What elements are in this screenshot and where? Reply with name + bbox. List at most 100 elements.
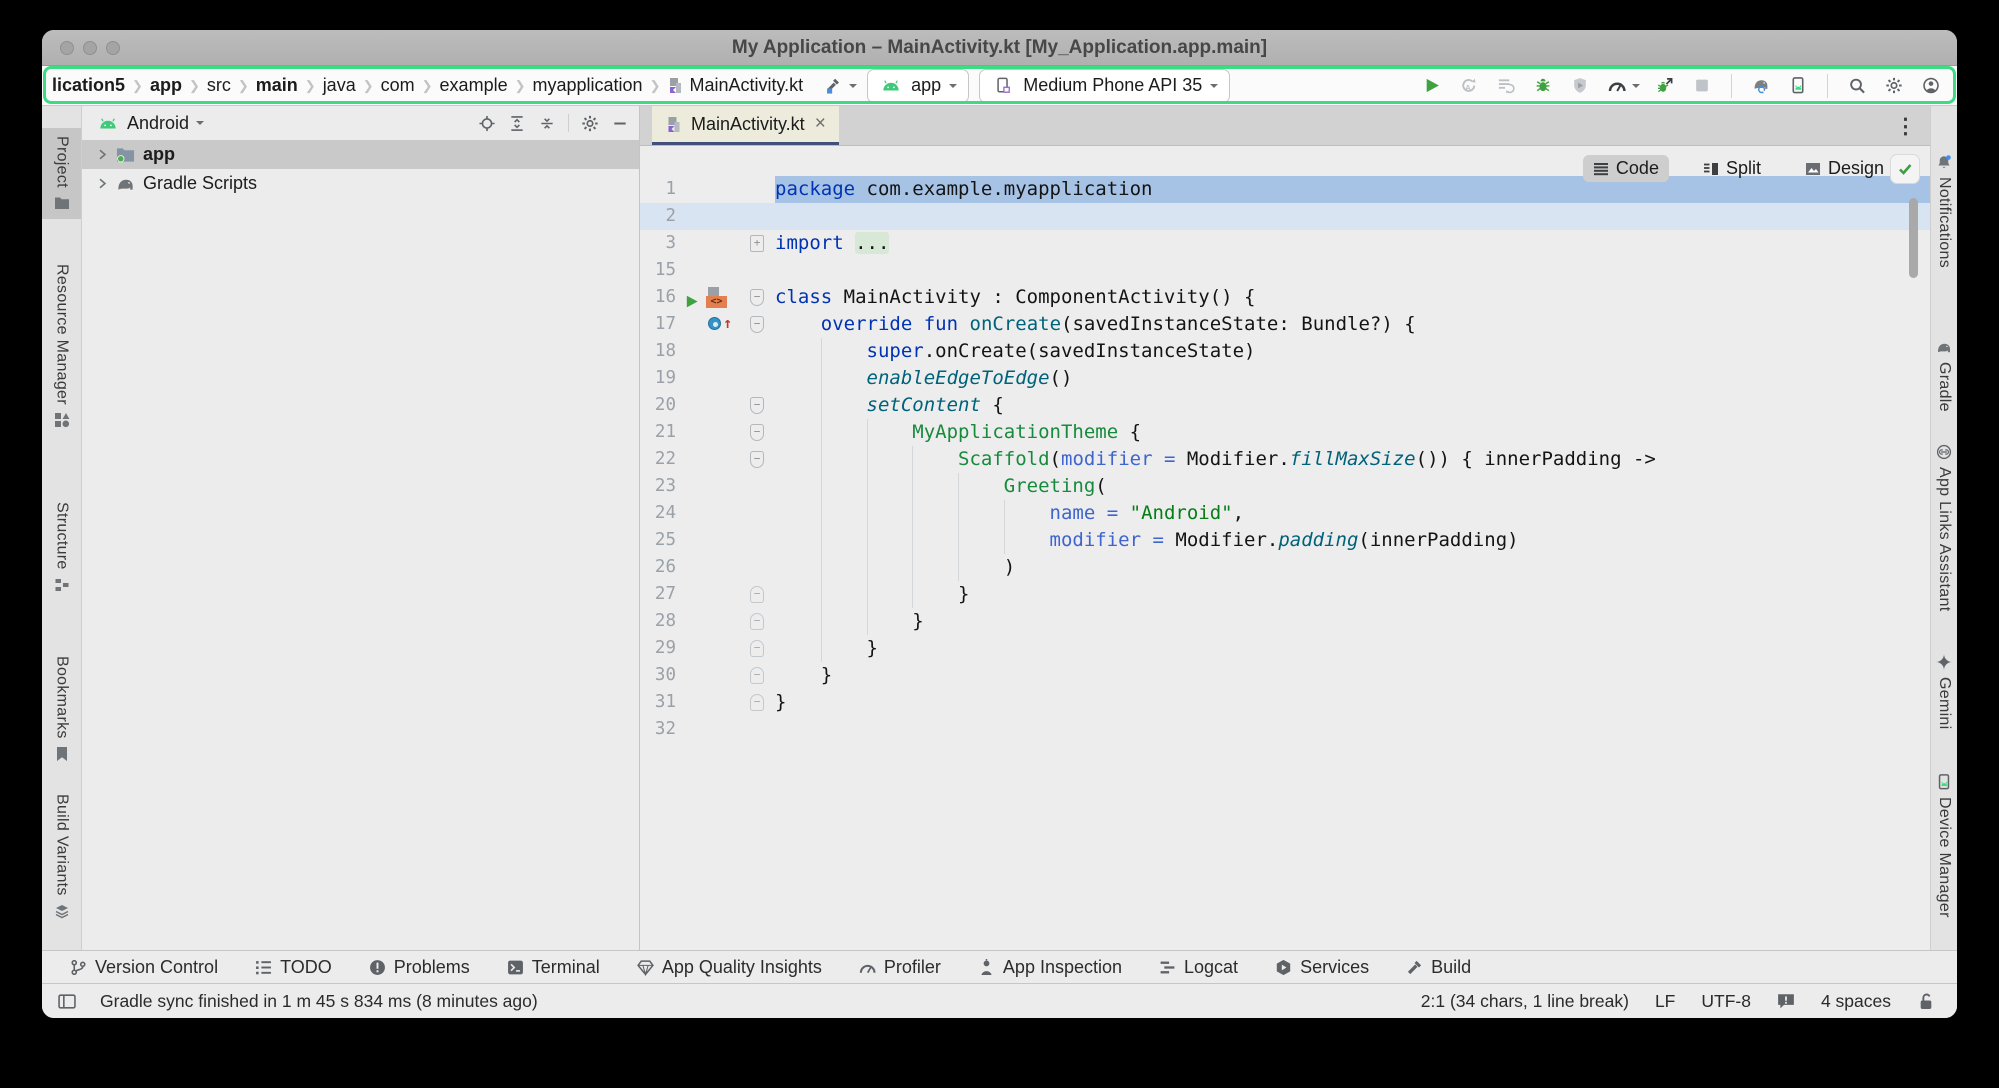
file-encoding[interactable]: UTF-8 <box>1701 991 1751 1012</box>
code-line-28[interactable]: 28− } <box>640 608 1930 635</box>
compose-preview-gutter-icon[interactable]: <> <box>706 287 727 308</box>
profiler-button[interactable] <box>1605 74 1640 98</box>
fold-marker-icon[interactable]: − <box>750 289 764 306</box>
tool-stripe-tab-notifications[interactable]: Notifications <box>1931 146 1957 276</box>
account-button[interactable] <box>1919 74 1943 98</box>
breadcrumb-item-mainactivity-kt[interactable]: MainActivity.kt <box>667 75 803 96</box>
code-line-20[interactable]: 20− setContent { <box>640 392 1930 419</box>
gradle-sync-button[interactable] <box>1749 74 1773 98</box>
code-line-30[interactable]: 30− } <box>640 662 1930 689</box>
chevron-down-icon[interactable] <box>196 121 204 129</box>
code-line-32[interactable]: 32 <box>640 716 1930 743</box>
chevron-right-icon[interactable] <box>96 146 108 163</box>
override-gutter-icon[interactable]: ↑ <box>708 317 732 330</box>
build-hammer-dropdown[interactable] <box>821 74 857 98</box>
device-manager-button[interactable] <box>1786 74 1810 98</box>
search-everywhere-button[interactable] <box>1845 74 1869 98</box>
breadcrumb-item-app[interactable]: app <box>150 75 182 96</box>
breadcrumb-item-com[interactable]: com <box>381 75 415 96</box>
attach-debugger-button[interactable] <box>1568 74 1592 98</box>
editor-scrollbar[interactable] <box>1909 198 1918 278</box>
collapse-all-button[interactable] <box>538 115 556 132</box>
code-line-2[interactable]: 2 <box>640 203 1930 230</box>
run-configuration-select[interactable]: app <box>867 69 969 103</box>
device-select[interactable]: Medium Phone API 35 <box>979 69 1230 103</box>
tool-stripe-tab-resource-manager[interactable]: Resource Manager <box>42 256 81 436</box>
run-button[interactable] <box>1420 74 1444 98</box>
tool-window-button-profiler[interactable]: Profiler <box>859 957 941 978</box>
tool-window-button-app-quality-insights[interactable]: App Quality Insights <box>637 957 822 978</box>
breadcrumb-item-src[interactable]: src <box>207 75 231 96</box>
settings-button[interactable] <box>1882 74 1906 98</box>
lock-open-icon[interactable] <box>1917 993 1935 1010</box>
expand-all-button[interactable] <box>508 115 526 132</box>
fold-marker-icon[interactable]: − <box>750 613 764 630</box>
zoom-window-button[interactable] <box>106 41 120 55</box>
fold-marker-icon[interactable]: + <box>750 235 764 252</box>
close-tab-icon[interactable]: × <box>815 113 826 135</box>
tool-stripe-tab-gemini[interactable]: Gemini <box>1931 646 1957 737</box>
inspections-status-widget[interactable] <box>1890 154 1920 184</box>
apply-changes-button[interactable]: A <box>1457 74 1481 98</box>
layout-toggle-icon[interactable] <box>58 993 76 1010</box>
code-line-16[interactable]: 16<>−class MainActivity : ComponentActiv… <box>640 284 1930 311</box>
breadcrumb-item-myapplication[interactable]: myapplication <box>533 75 643 96</box>
tool-window-button-problems[interactable]: Problems <box>369 957 470 978</box>
code-line-31[interactable]: 31−} <box>640 689 1930 716</box>
tool-stripe-tab-gradle[interactable]: Gradle <box>1931 331 1957 420</box>
code-line-26[interactable]: 26 ) <box>640 554 1930 581</box>
status-message[interactable]: Gradle sync finished in 1 m 45 s 834 ms … <box>100 991 538 1012</box>
caret-position[interactable]: 2:1 (34 chars, 1 line break) <box>1421 991 1629 1012</box>
apply-code-changes-button[interactable] <box>1494 74 1518 98</box>
code-line-24[interactable]: 24 name = "Android", <box>640 500 1930 527</box>
tool-stripe-tab-project[interactable]: Project <box>42 128 81 219</box>
code-line-21[interactable]: 21− MyApplicationTheme { <box>640 419 1930 446</box>
view-mode-design[interactable]: Design <box>1795 155 1894 182</box>
fold-marker-icon[interactable]: − <box>750 640 764 657</box>
code-area[interactable]: CodeSplitDesign 1package com.example.mya… <box>640 146 1930 950</box>
tool-window-button-logcat[interactable]: Logcat <box>1159 957 1238 978</box>
debug-button[interactable] <box>1531 74 1555 98</box>
fold-marker-icon[interactable]: − <box>750 586 764 603</box>
tree-item-gradle-scripts[interactable]: Gradle Scripts <box>82 169 639 198</box>
fold-marker-icon[interactable]: − <box>750 694 764 711</box>
code-line-22[interactable]: 22− Scaffold(modifier = Modifier.fillMax… <box>640 446 1930 473</box>
editor-tab-mainactivity[interactable]: MainActivity.kt × <box>652 106 839 145</box>
tool-stripe-tab-bookmarks[interactable]: Bookmarks <box>42 648 81 770</box>
indent-setting[interactable]: 4 spaces <box>1821 991 1891 1012</box>
locate-file-button[interactable] <box>478 115 496 132</box>
tool-window-button-version-control[interactable]: Version Control <box>70 957 218 978</box>
tool-window-button-todo[interactable]: TODO <box>255 957 332 978</box>
tool-stripe-tab-structure[interactable]: Structure <box>42 494 81 601</box>
tool-window-button-services[interactable]: Services <box>1275 957 1369 978</box>
line-separator[interactable]: LF <box>1655 991 1675 1012</box>
tree-item-app[interactable]: app <box>82 140 639 169</box>
tool-window-button-terminal[interactable]: Terminal <box>507 957 600 978</box>
tool-window-button-build[interactable]: Build <box>1406 957 1471 978</box>
profile-debuggable-button[interactable] <box>1653 74 1677 98</box>
fold-marker-icon[interactable]: − <box>750 397 764 414</box>
code-line-19[interactable]: 19 enableEdgeToEdge() <box>640 365 1930 392</box>
fold-marker-icon[interactable]: − <box>750 667 764 684</box>
code-line-25[interactable]: 25 modifier = Modifier.padding(innerPadd… <box>640 527 1930 554</box>
stop-button[interactable] <box>1690 74 1714 98</box>
notification-bubble-icon[interactable] <box>1777 993 1795 1010</box>
close-window-button[interactable] <box>60 41 74 55</box>
tool-stripe-tab-device-manager[interactable]: Device Manager <box>1931 766 1957 926</box>
view-mode-code[interactable]: Code <box>1583 155 1669 182</box>
fold-marker-icon[interactable]: − <box>750 316 764 333</box>
panel-options-button[interactable] <box>581 115 599 132</box>
tool-stripe-tab-app-links-assistant[interactable]: App Links Assistant <box>1931 436 1957 619</box>
hide-panel-button[interactable] <box>611 115 629 132</box>
code-line-17[interactable]: 17↑− override fun onCreate(savedInstance… <box>640 311 1930 338</box>
chevron-right-icon[interactable] <box>96 175 108 192</box>
code-line-23[interactable]: 23 Greeting( <box>640 473 1930 500</box>
view-mode-split[interactable]: Split <box>1693 155 1771 182</box>
breadcrumb-item-lication5[interactable]: lication5 <box>52 75 125 96</box>
fold-marker-icon[interactable]: − <box>750 424 764 441</box>
tool-window-button-app-inspection[interactable]: App Inspection <box>978 957 1122 978</box>
breadcrumb-item-example[interactable]: example <box>440 75 508 96</box>
code-line-18[interactable]: 18 super.onCreate(savedInstanceState) <box>640 338 1930 365</box>
breadcrumb-item-main[interactable]: main <box>256 75 298 96</box>
code-line-15[interactable]: 15 <box>640 257 1930 284</box>
